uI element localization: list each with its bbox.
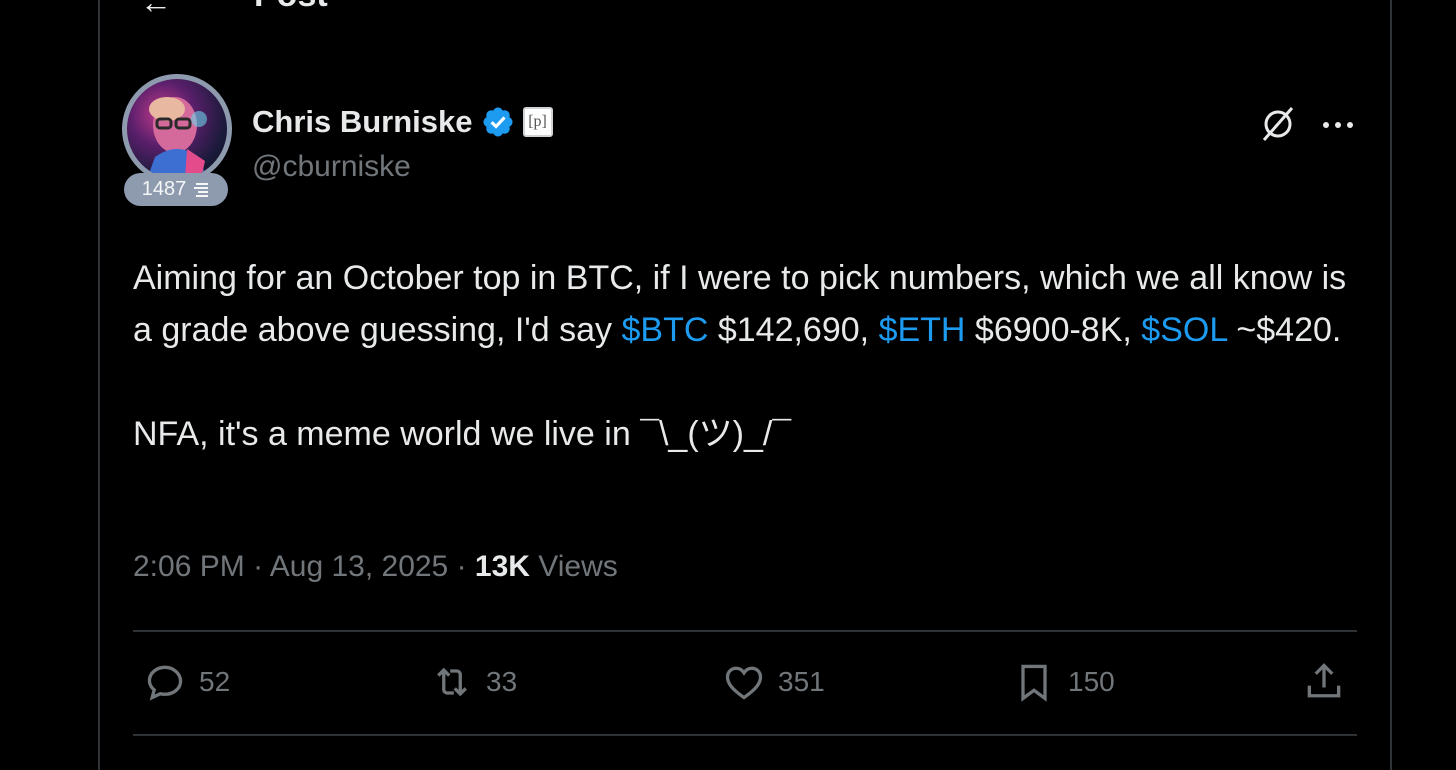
verified-badge-icon[interactable] <box>481 105 515 139</box>
tweet-time[interactable]: 2:06 PM <box>133 550 245 583</box>
tweet-paragraph-1: Aiming for an October top in BTC, if I w… <box>133 252 1363 356</box>
tweet-text-segment: $142,690, <box>708 311 879 349</box>
views-count: 13K <box>474 550 530 583</box>
views-label: Views <box>529 550 618 583</box>
tweet-date[interactable]: Aug 13, 2025 <box>270 550 449 583</box>
author-name-row: Chris Burniske [p] <box>252 104 553 140</box>
reply-count: 52 <box>199 666 231 697</box>
heart-icon <box>725 666 763 700</box>
divider <box>133 630 1357 632</box>
avatar-image <box>127 79 227 179</box>
share-button[interactable] <box>1302 660 1346 704</box>
page-title: Post <box>254 0 328 12</box>
affiliate-badge[interactable]: [p] <box>522 107 553 137</box>
tweet-text-segment: $6900-8K, <box>965 311 1142 349</box>
badge-count: 1487 <box>141 178 187 200</box>
cashtag-sol[interactable]: $SOL <box>1141 311 1227 349</box>
repost-count: 33 <box>486 666 518 697</box>
cashtag-btc[interactable]: $BTC <box>621 311 708 349</box>
like-count: 351 <box>778 666 825 697</box>
meta-separator: · <box>448 550 475 583</box>
tweet-text-segment: ~$420. <box>1226 311 1342 349</box>
author-handle[interactable]: @cburniske <box>252 150 411 184</box>
like-button[interactable]: 351 <box>722 660 825 704</box>
cashtag-eth[interactable]: $ETH <box>879 311 966 349</box>
author-display-name[interactable]: Chris Burniske <box>252 104 473 140</box>
grok-icon[interactable] <box>1258 104 1298 144</box>
tweet-paragraph-2: NFA, it's a meme world we live in ¯\_(ツ)… <box>133 415 792 453</box>
reply-button[interactable]: 52 <box>143 660 230 704</box>
share-icon <box>1307 663 1341 698</box>
repost-button[interactable]: 33 <box>430 660 517 704</box>
list-icon <box>194 182 209 197</box>
reader-icon[interactable] <box>1296 0 1336 6</box>
tweet-meta: 2:06 PM · Aug 13, 2025 · 13K Views <box>133 550 618 584</box>
divider <box>133 734 1357 736</box>
more-options-icon[interactable] <box>1318 110 1358 140</box>
repost-icon <box>437 667 467 697</box>
tweet-text: Aiming for an October top in BTC, if I w… <box>133 252 1363 460</box>
meta-separator: · <box>244 550 270 583</box>
bookmark-icon <box>1021 664 1047 702</box>
bookmark-button[interactable]: 150 <box>1012 660 1115 704</box>
follower-badge[interactable]: 1487 <box>124 173 228 206</box>
back-arrow-icon[interactable]: ← <box>140 0 172 18</box>
reply-icon <box>147 665 183 701</box>
avatar[interactable] <box>122 74 232 184</box>
bookmark-count: 150 <box>1068 666 1115 697</box>
